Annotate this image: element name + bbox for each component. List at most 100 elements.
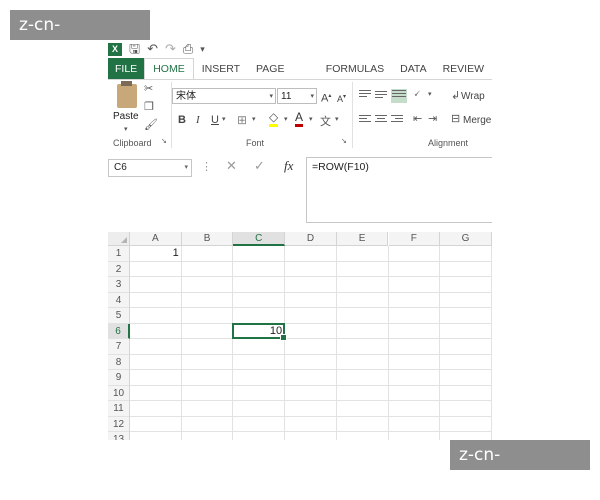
tab-insert[interactable]: INSERT xyxy=(194,58,248,80)
chevron-down-icon[interactable]: ▾ xyxy=(428,90,432,98)
tab-file[interactable]: FILE xyxy=(108,58,145,80)
insert-function-button[interactable]: fx xyxy=(284,158,293,174)
column-header-c[interactable]: C xyxy=(233,232,286,246)
gridline-horizontal xyxy=(130,307,492,308)
phonetic-icon[interactable]: 文 xyxy=(320,113,331,129)
group-separator xyxy=(352,82,353,148)
wrap-text-icon[interactable]: ↲ xyxy=(451,89,460,102)
font-name-combo[interactable]: 宋体 ▾ xyxy=(172,88,276,104)
gridline-horizontal xyxy=(130,291,492,293)
redo-icon[interactable]: ↷ xyxy=(165,40,176,58)
borders-icon[interactable]: ⊞ xyxy=(237,113,247,127)
row-header-3[interactable]: 3 xyxy=(108,277,130,293)
wrap-text-button[interactable]: Wrap xyxy=(461,90,485,104)
paste-button[interactable]: Paste xyxy=(113,111,139,122)
chevron-down-icon[interactable]: ▾ xyxy=(284,115,288,123)
fill-color-icon[interactable]: ◇ xyxy=(269,111,279,127)
row-header-10[interactable]: 10 xyxy=(108,385,130,401)
paste-icon[interactable] xyxy=(117,81,137,108)
format-painter-icon[interactable]: 🖌 xyxy=(144,118,158,131)
row-header-12[interactable]: 12 xyxy=(108,416,130,432)
align-left-icon[interactable] xyxy=(359,115,371,125)
row-header-1[interactable]: 1 xyxy=(108,246,130,262)
column-header-g[interactable]: G xyxy=(440,232,492,246)
column-header-b[interactable]: B xyxy=(181,232,234,246)
gridline-horizontal xyxy=(130,322,492,324)
row-header-6[interactable]: 6 xyxy=(108,323,130,339)
bold-button[interactable]: B xyxy=(178,113,186,127)
alignment-group-label: Alignment xyxy=(428,138,469,148)
row-header-7[interactable]: 7 xyxy=(108,339,130,355)
middle-align-icon[interactable] xyxy=(375,91,387,101)
decrease-indent-icon[interactable]: ⇤ xyxy=(413,112,422,125)
tab-page-layout[interactable]: PAGE LAYOUT xyxy=(248,58,318,97)
font-launcher-icon[interactable]: ↘ xyxy=(341,137,347,145)
watermark-top: z-cn-excel.com xyxy=(10,10,150,65)
chevron-down-icon[interactable]: ▾ xyxy=(310,89,314,105)
increase-indent-icon[interactable]: ⇥ xyxy=(428,112,437,125)
merge-center-icon[interactable]: ⊟ xyxy=(451,112,460,125)
underline-button[interactable]: U xyxy=(211,113,219,127)
chevron-down-icon[interactable]: ▾ xyxy=(269,89,273,105)
quick-access-toolbar: X 🖫 ↶ ↷ ⎙ ▾ xyxy=(108,40,205,58)
tab-home[interactable]: HOME xyxy=(144,58,194,80)
formula-bar-resize-icon[interactable]: ⋮ xyxy=(201,160,212,173)
row-header-5[interactable]: 5 xyxy=(108,308,130,324)
gridline-horizontal xyxy=(130,431,492,432)
row-header-13[interactable]: 13 xyxy=(108,432,130,440)
cell-a1[interactable]: 1 xyxy=(130,246,182,261)
shrink-font-button[interactable]: A▾ xyxy=(337,90,346,106)
row-header-11[interactable]: 11 xyxy=(108,401,130,417)
enter-icon[interactable]: ✓ xyxy=(254,158,265,174)
font-size-combo[interactable]: 11 ▾ xyxy=(277,88,317,104)
orientation-icon[interactable]: 🗸 xyxy=(413,88,421,101)
save-icon[interactable]: 🖫 xyxy=(129,40,140,58)
clipboard-group-label: Clipboard xyxy=(113,138,152,148)
ribbon-home: Paste ▾ ✂ ❐ 🖌 Clipboard ↘ 宋体 ▾ 11 ▾ A▴ A… xyxy=(108,80,492,152)
name-box-value: C6 xyxy=(114,162,127,173)
tab-data[interactable]: DATA xyxy=(392,58,434,80)
chevron-down-icon[interactable]: ▾ xyxy=(309,115,313,123)
chevron-down-icon[interactable]: ▾ xyxy=(252,115,256,123)
copy-icon[interactable]: ❐ xyxy=(144,100,154,113)
row-header-9[interactable]: 9 xyxy=(108,370,130,386)
clipboard-launcher-icon[interactable]: ↘ xyxy=(161,137,167,145)
worksheet-grid[interactable]: A B C D E F G 1 2 3 4 5 6 7 8 9 10 11 12 13 1 10 xyxy=(108,232,492,440)
align-center-icon[interactable] xyxy=(375,115,387,125)
undo-icon[interactable]: ↶ xyxy=(147,40,158,58)
select-all-button[interactable] xyxy=(108,232,130,246)
row-header-2[interactable]: 2 xyxy=(108,261,130,277)
top-align-icon[interactable] xyxy=(359,90,371,100)
font-name-value: 宋体 xyxy=(176,91,196,102)
column-header-a[interactable]: A xyxy=(130,232,182,246)
chevron-down-icon[interactable]: ▾ xyxy=(184,160,188,176)
tab-review[interactable]: REVIEW xyxy=(435,58,492,80)
name-box[interactable]: C6 ▾ xyxy=(108,159,192,177)
bottom-align-icon[interactable] xyxy=(391,89,407,103)
column-header-d[interactable]: D xyxy=(285,232,337,246)
cancel-icon[interactable]: ✕ xyxy=(226,158,237,174)
align-right-icon[interactable] xyxy=(391,115,403,125)
print-preview-icon[interactable]: ⎙ xyxy=(183,40,193,58)
customize-icon[interactable]: ▾ xyxy=(200,40,205,58)
row-header-8[interactable]: 8 xyxy=(108,354,130,370)
ribbon-tabs: FILE HOME INSERT PAGE LAYOUT FORMULAS DA… xyxy=(108,58,492,97)
font-color-icon[interactable]: A xyxy=(295,111,304,127)
font-size-value: 11 xyxy=(281,91,292,102)
watermark-bottom: z-cn-excel.com xyxy=(450,440,590,495)
column-header-f[interactable]: F xyxy=(388,232,441,246)
chevron-down-icon[interactable]: ▾ xyxy=(335,115,339,123)
formula-input[interactable]: =ROW(F10) xyxy=(306,157,492,223)
italic-button[interactable]: I xyxy=(196,113,200,127)
column-header-e[interactable]: E xyxy=(336,232,389,246)
active-cell-border[interactable] xyxy=(232,322,287,341)
cut-icon[interactable]: ✂ xyxy=(144,82,153,95)
row-header-4[interactable]: 4 xyxy=(108,292,130,308)
paste-dropdown-icon[interactable]: ▾ xyxy=(124,125,128,133)
gridline-horizontal xyxy=(130,400,492,401)
gridline-horizontal xyxy=(130,415,492,417)
grow-font-button[interactable]: A▴ xyxy=(321,89,331,106)
chevron-down-icon[interactable]: ▾ xyxy=(222,115,226,123)
merge-center-button[interactable]: Merge xyxy=(463,114,491,128)
tab-formulas[interactable]: FORMULAS xyxy=(318,58,392,80)
